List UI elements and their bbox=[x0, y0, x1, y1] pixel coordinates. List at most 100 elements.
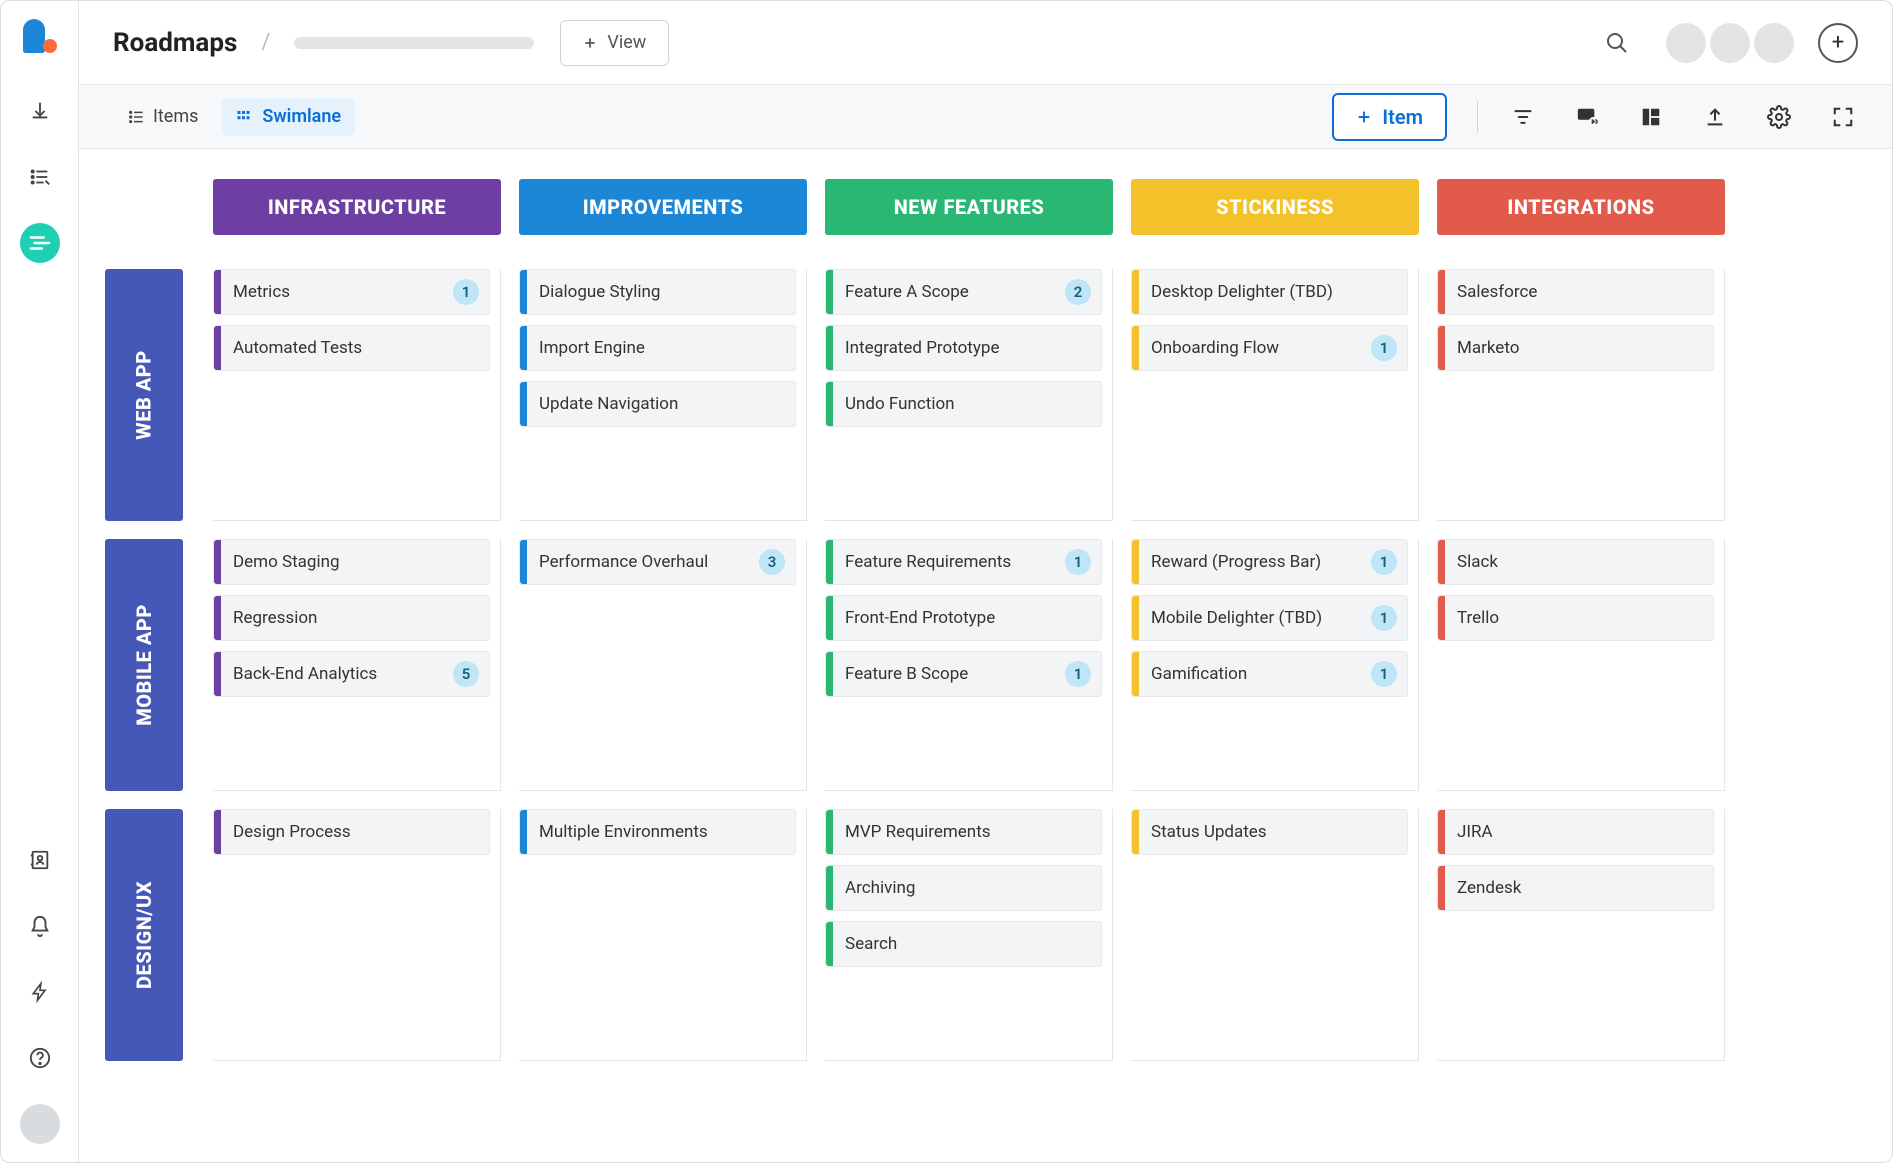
card-count-badge: 1 bbox=[1065, 549, 1091, 575]
card-label: Feature A Scope bbox=[845, 282, 1053, 302]
card-label: Regression bbox=[233, 608, 479, 628]
lane-label-mobile_app[interactable]: MOBILE APP bbox=[105, 539, 183, 791]
card[interactable]: Reward (Progress Bar)1 bbox=[1131, 539, 1408, 585]
card-stripe bbox=[214, 652, 221, 696]
card[interactable]: Search bbox=[825, 921, 1102, 967]
card[interactable]: MVP Requirements bbox=[825, 809, 1102, 855]
card[interactable]: Status Updates bbox=[1131, 809, 1408, 855]
column-header-integrations[interactable]: INTEGRATIONS bbox=[1437, 179, 1725, 235]
card-stripe bbox=[1132, 540, 1139, 584]
card-count-badge: 3 bbox=[759, 549, 785, 575]
card[interactable]: Import Engine bbox=[519, 325, 796, 371]
card-stripe bbox=[1438, 540, 1445, 584]
card[interactable]: Salesforce bbox=[1437, 269, 1714, 315]
contacts-icon[interactable] bbox=[20, 840, 60, 880]
column-header-new_features[interactable]: NEW FEATURES bbox=[825, 179, 1113, 235]
card-count-badge: 1 bbox=[1371, 661, 1397, 687]
inbox-icon[interactable] bbox=[20, 91, 60, 131]
card-stripe bbox=[520, 382, 527, 426]
list-icon[interactable] bbox=[20, 157, 60, 197]
card[interactable]: Performance Overhaul 3 bbox=[519, 539, 796, 585]
card[interactable]: Gamification1 bbox=[1131, 651, 1408, 697]
card-stripe bbox=[214, 596, 221, 640]
card[interactable]: Dialogue Styling bbox=[519, 269, 796, 315]
activity-icon[interactable] bbox=[20, 972, 60, 1012]
card-label: Slack bbox=[1457, 552, 1703, 572]
card[interactable]: Trello bbox=[1437, 595, 1714, 641]
card[interactable]: Update Navigation bbox=[519, 381, 796, 427]
add-item-button[interactable]: Item bbox=[1332, 93, 1447, 141]
card[interactable]: Desktop Delighter (TBD) bbox=[1131, 269, 1408, 315]
export-icon[interactable] bbox=[1700, 102, 1730, 132]
card[interactable]: Front-End Prototype bbox=[825, 595, 1102, 641]
breadcrumb-placeholder bbox=[294, 37, 534, 49]
card-label: Performance Overhaul bbox=[539, 552, 747, 572]
card[interactable]: Archiving bbox=[825, 865, 1102, 911]
avatar[interactable] bbox=[1666, 23, 1706, 63]
card-stripe bbox=[826, 810, 833, 854]
card[interactable]: Marketo bbox=[1437, 325, 1714, 371]
card-stripe bbox=[826, 596, 833, 640]
card[interactable]: Feature Requirements1 bbox=[825, 539, 1102, 585]
card[interactable]: Slack bbox=[1437, 539, 1714, 585]
cell-mobile_app-infrastructure: Demo Staging Regression Back-End Analytics… bbox=[213, 539, 501, 791]
notifications-icon[interactable] bbox=[20, 906, 60, 946]
link-filter-icon[interactable] bbox=[1572, 102, 1602, 132]
card[interactable]: Multiple Environments bbox=[519, 809, 796, 855]
items-view-button[interactable]: Items bbox=[113, 98, 212, 136]
card[interactable]: Back-End Analytics5 bbox=[213, 651, 490, 697]
card-label: Back-End Analytics bbox=[233, 664, 441, 684]
column-header-improvements[interactable]: IMPROVEMENTS bbox=[519, 179, 807, 235]
avatar[interactable] bbox=[1754, 23, 1794, 63]
card-stripe bbox=[826, 866, 833, 910]
card[interactable]: Undo Function bbox=[825, 381, 1102, 427]
card[interactable]: Feature A Scope 2 bbox=[825, 269, 1102, 315]
cell-web_app-integrations: Salesforce Marketo bbox=[1437, 269, 1725, 521]
card[interactable]: Design Process bbox=[213, 809, 490, 855]
fullscreen-icon[interactable] bbox=[1828, 102, 1858, 132]
card[interactable]: Feature B Scope1 bbox=[825, 651, 1102, 697]
card[interactable]: Demo Staging bbox=[213, 539, 490, 585]
card[interactable]: Metrics1 bbox=[213, 269, 490, 315]
card-stripe bbox=[826, 270, 833, 314]
main-area: Roadmaps / View + Items bbox=[79, 1, 1892, 1162]
roadmap-icon[interactable] bbox=[20, 223, 60, 263]
card[interactable]: Regression bbox=[213, 595, 490, 641]
lane-label-design_ux[interactable]: DESIGN/UX bbox=[105, 809, 183, 1061]
add-collaborator-button[interactable]: + bbox=[1818, 23, 1858, 63]
card-label: Front-End Prototype bbox=[845, 608, 1091, 628]
card-count-badge: 1 bbox=[1371, 335, 1397, 361]
user-avatar[interactable] bbox=[20, 1104, 60, 1144]
card-stripe bbox=[520, 270, 527, 314]
card[interactable]: Integrated Prototype bbox=[825, 325, 1102, 371]
card-label: Metrics bbox=[233, 282, 441, 302]
help-icon[interactable] bbox=[20, 1038, 60, 1078]
swimlane-view-button[interactable]: Swimlane bbox=[222, 98, 355, 136]
page-title: Roadmaps bbox=[113, 28, 237, 58]
card-count-badge: 2 bbox=[1065, 279, 1091, 305]
card-stripe bbox=[1132, 326, 1139, 370]
cell-design_ux-integrations: JIRA Zendesk bbox=[1437, 809, 1725, 1061]
card-stripe bbox=[520, 326, 527, 370]
swimlane-view-label: Swimlane bbox=[262, 106, 341, 127]
card[interactable]: Mobile Delighter (TBD)1 bbox=[1131, 595, 1408, 641]
avatar[interactable] bbox=[1710, 23, 1750, 63]
layout-icon[interactable] bbox=[1636, 102, 1666, 132]
card[interactable]: JIRA bbox=[1437, 809, 1714, 855]
toolbar-actions bbox=[1508, 102, 1858, 132]
column-header-infrastructure[interactable]: INFRASTRUCTURE bbox=[213, 179, 501, 235]
card-label: JIRA bbox=[1457, 822, 1703, 842]
add-view-button[interactable]: View bbox=[560, 20, 669, 66]
cell-mobile_app-stickiness: Reward (Progress Bar)1 Mobile Delighter (… bbox=[1131, 539, 1419, 791]
card[interactable]: Onboarding Flow1 bbox=[1131, 325, 1408, 371]
filter-icon[interactable] bbox=[1508, 102, 1538, 132]
card-stripe bbox=[826, 382, 833, 426]
view-mode-segment: Items Swimlane bbox=[113, 98, 355, 136]
search-icon[interactable] bbox=[1602, 28, 1632, 58]
card[interactable]: Zendesk bbox=[1437, 865, 1714, 911]
settings-icon[interactable] bbox=[1764, 102, 1794, 132]
lane-label-web_app[interactable]: WEB APP bbox=[105, 269, 183, 521]
column-header-stickiness[interactable]: STICKINESS bbox=[1131, 179, 1419, 235]
card[interactable]: Automated Tests bbox=[213, 325, 490, 371]
toolbar-divider bbox=[1477, 101, 1478, 133]
